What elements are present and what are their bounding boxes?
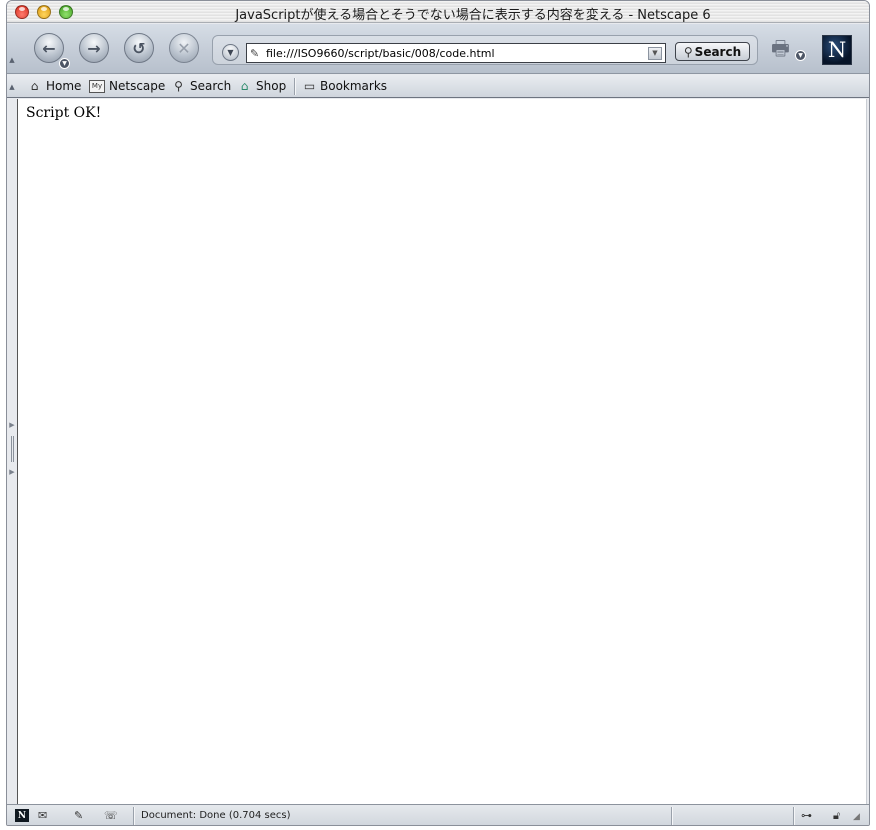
personal-item-label: Netscape — [109, 79, 166, 93]
personal-item-label: Home — [46, 79, 82, 93]
forward-arrow-icon: → — [87, 38, 101, 58]
address-book-icon[interactable]: ☏ — [104, 809, 118, 822]
page-body-text: Script OK! — [26, 105, 102, 121]
forward-button[interactable]: → — [79, 33, 109, 63]
resize-grip-icon[interactable]: ◢ — [853, 812, 860, 822]
home-icon: ⌂ — [30, 79, 39, 93]
sidebar-splitter[interactable]: ▶ ▶ — [8, 421, 16, 476]
status-separator — [793, 807, 794, 825]
personal-item-search[interactable]: ⚲ Search — [171, 79, 231, 93]
splitter-grip — [10, 435, 14, 462]
navigator-component-icon[interactable]: N — [15, 809, 29, 822]
magnifier-icon: ⚲ — [683, 44, 693, 59]
minimize-window-button[interactable] — [37, 5, 51, 19]
navigation-toolbar: ▲ ← ▼ → ↺ ✕ ▼ ✎ file:///ISO9660/script/b… — [7, 24, 869, 74]
mail-icon[interactable]: ✉ — [38, 809, 47, 822]
stop-x-icon: ✕ — [177, 38, 191, 58]
personal-toolbar-grip[interactable]: ▲ — [7, 83, 17, 91]
close-window-button[interactable] — [15, 5, 29, 19]
search-button[interactable]: ⚲ Search — [675, 42, 750, 61]
back-history-dropdown-icon[interactable]: ▼ — [59, 58, 70, 69]
netscape-logo-letter: N — [827, 38, 847, 62]
status-bar: N ✉ ✎ ☏ Document: Done (0.704 secs) ⊶ 🔓︎… — [7, 804, 869, 825]
url-history-dropdown-icon[interactable]: ▼ — [222, 44, 239, 61]
page-proxy-icon[interactable]: ✎ — [250, 47, 264, 60]
status-separator — [671, 807, 672, 825]
toolbar-collapse-grip[interactable]: ▲ — [7, 56, 17, 64]
expand-sidebar-arrow-icon: ▶ — [9, 421, 15, 429]
url-toolbar: ▼ ✎ file:///ISO9660/script/basic/008/cod… — [212, 35, 758, 65]
stop-button[interactable]: ✕ — [169, 33, 199, 63]
title-bar[interactable]: JavaScriptが使える場合とそうでない場合に表示する内容を変える - Ne… — [7, 1, 869, 23]
personal-toolbar: ▲ ⌂ Home My Netscape ⚲ Search ⌂ Shop ▭ B… — [7, 75, 869, 98]
bookmarks-folder-icon: ▭ — [303, 79, 316, 93]
online-connection-icon[interactable]: ⊶ — [801, 809, 812, 822]
url-field[interactable]: ✎ file:///ISO9660/script/basic/008/code.… — [246, 43, 666, 63]
shop-icon: ⌂ — [240, 79, 249, 93]
print-dropdown-icon[interactable]: ▼ — [795, 50, 806, 61]
personal-item-netscape[interactable]: My Netscape — [89, 79, 165, 93]
personal-item-label: Bookmarks — [320, 79, 388, 93]
url-dropdown-icon[interactable]: ▼ — [648, 46, 662, 60]
personal-item-home[interactable]: ⌂ Home — [27, 79, 82, 93]
personal-item-shop[interactable]: ⌂ Shop — [237, 79, 287, 93]
netscape-logo[interactable]: N — [822, 35, 852, 65]
print-tool[interactable]: 🖶 ▼ — [769, 34, 809, 64]
personal-item-bookmarks[interactable]: ▭ Bookmarks — [303, 79, 387, 93]
zoom-window-button[interactable] — [59, 5, 73, 19]
back-button[interactable]: ← — [34, 33, 64, 63]
expand-sidebar-arrow-icon: ▶ — [9, 468, 15, 476]
personal-item-label: Shop — [256, 79, 287, 93]
browser-window: JavaScriptが使える場合とそうでない場合に表示する内容を変える - Ne… — [6, 0, 870, 826]
page-content[interactable]: Script OK! — [17, 99, 867, 804]
reload-icon: ↺ — [132, 38, 146, 58]
status-separator — [133, 807, 134, 825]
toolbar-separator — [294, 78, 295, 95]
url-text[interactable]: file:///ISO9660/script/basic/008/code.ht… — [264, 47, 648, 60]
my-netscape-icon: My — [89, 79, 105, 93]
back-arrow-icon: ← — [42, 38, 56, 58]
composer-icon[interactable]: ✎ — [74, 809, 83, 822]
status-text: Document: Done (0.704 secs) — [141, 810, 291, 821]
reload-button[interactable]: ↺ — [124, 33, 154, 63]
search-button-label: Search — [694, 44, 742, 59]
printer-icon: 🖶 — [771, 36, 790, 60]
window-title: JavaScriptが使える場合とそうでない場合に表示する内容を変える - Ne… — [235, 8, 711, 23]
security-lock-icon[interactable]: 🔓︎ — [833, 809, 840, 823]
search-icon: ⚲ — [174, 79, 183, 93]
personal-item-label: Search — [190, 79, 232, 93]
